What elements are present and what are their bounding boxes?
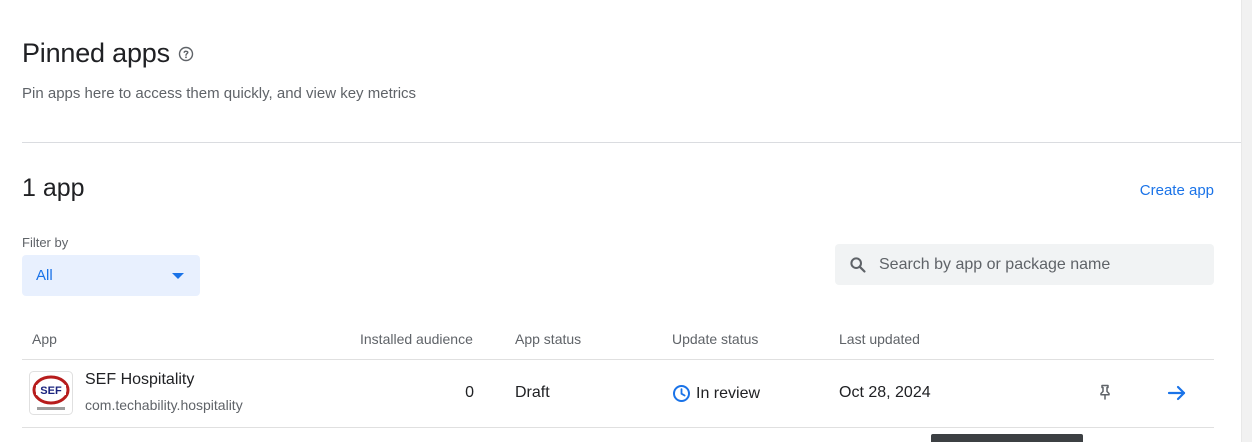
filter-dropdown[interactable]: All [22,255,200,296]
column-header-app[interactable]: App [32,331,57,347]
section-divider [22,142,1241,143]
app-name[interactable]: SEF Hospitality [85,371,194,389]
filter-value: All [36,267,53,284]
clock-icon [673,385,690,402]
scrollbar[interactable] [1241,0,1252,442]
pin-icon[interactable] [1096,383,1114,401]
update-status-value: In review [696,384,761,402]
caret-down-icon [172,273,184,279]
column-header-last-updated[interactable]: Last updated [839,331,920,347]
tooltip [931,434,1083,442]
pinned-apps-heading: Pinned apps [22,38,194,69]
app-status-value: Draft [515,384,550,401]
installed-audience-value: 0 [465,384,474,401]
column-header-app-status[interactable]: App status [515,331,581,347]
pinned-apps-subtitle: Pin apps here to access them quickly, an… [22,85,417,102]
column-header-installed-audience[interactable]: Installed audience [360,331,473,347]
help-icon[interactable] [178,46,194,62]
search-icon [850,256,866,273]
table-row-divider [22,427,1214,428]
search-input[interactable] [879,255,1199,274]
app-logo-text: SEF [40,385,62,397]
app-count-title: 1 app [22,174,85,202]
search-box[interactable] [835,244,1214,285]
app-logo: SEF [29,371,73,415]
app-package: com.techability.hospitality [85,397,243,413]
filter-label: Filter by [22,235,69,250]
update-status: In review [672,384,760,403]
column-header-update-status[interactable]: Update status [672,331,758,347]
pinned-apps-title: Pinned apps [22,38,170,68]
arrow-right-icon[interactable] [1166,382,1188,404]
create-app-link[interactable]: Create app [1140,182,1214,199]
table-row-divider [22,359,1214,360]
last-updated-value: Oct 28, 2024 [839,384,931,401]
